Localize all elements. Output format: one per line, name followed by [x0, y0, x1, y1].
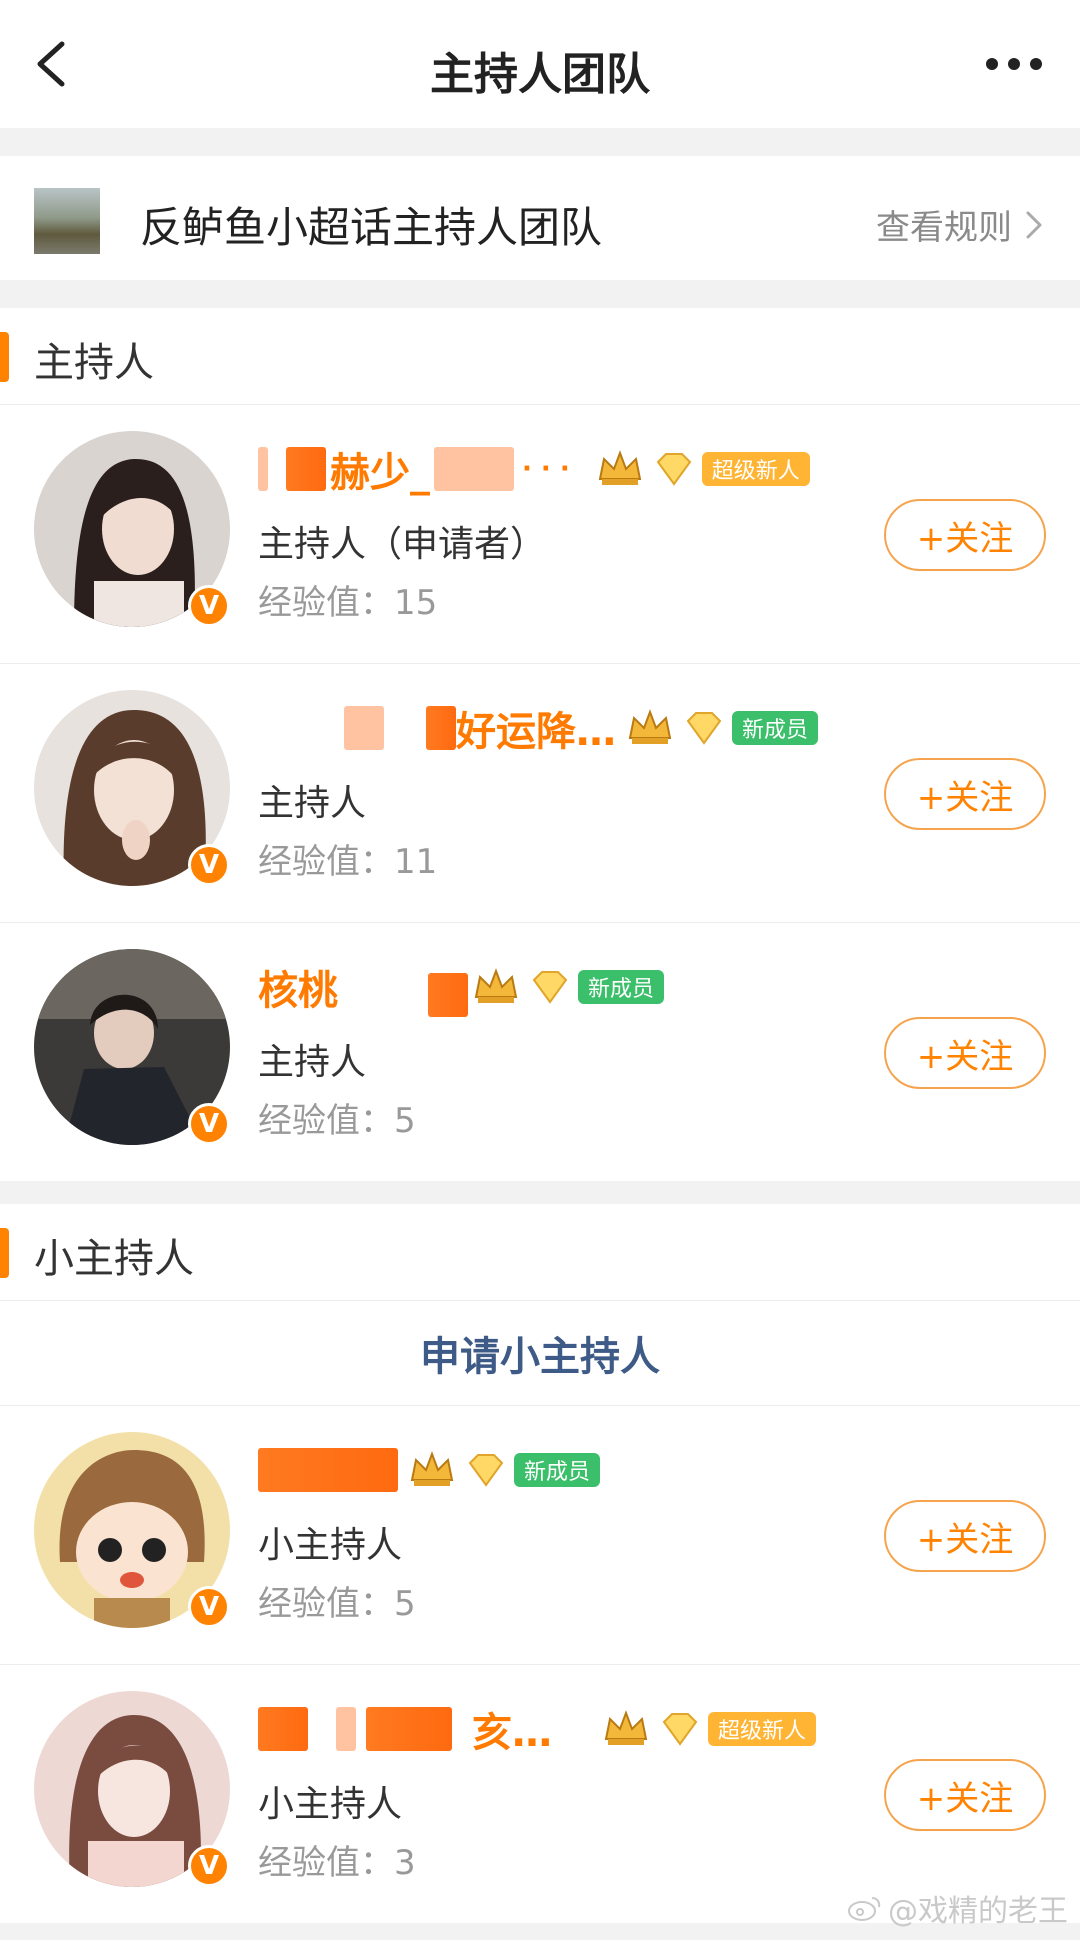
member-exp: 经验值：15 — [258, 583, 438, 623]
section-title: 主持人 — [34, 340, 154, 386]
topic-bar[interactable]: 反鲈鱼小超话主持人团队 查看规则 — [0, 156, 1080, 280]
top-bar: 主持人团队 — [0, 0, 1080, 128]
member-name[interactable]: 赫少_ — [330, 440, 430, 498]
member-name[interactable]: 亥… — [472, 1700, 552, 1758]
section-accent-bar — [0, 332, 9, 382]
page-title: 主持人团队 — [430, 49, 650, 100]
crown-level-icon — [410, 1451, 454, 1486]
member-name[interactable]: 核桃 — [258, 958, 338, 1016]
verified-badge: V — [188, 844, 230, 886]
name-row: 新成员 — [258, 1442, 601, 1498]
watermark-text: @戏精的老王 — [888, 1894, 1068, 1929]
redaction-mark — [428, 973, 468, 1017]
member-role: 主持人 — [258, 1042, 367, 1083]
watermark: @戏精的老王 — [846, 1886, 1068, 1930]
member-row[interactable]: V 新成员 小主持人 经验值：5 +关注 — [0, 1406, 1080, 1665]
follow-button[interactable]: +关注 — [884, 499, 1046, 571]
member-row[interactable]: V 亥… 超级新人 小主持人 经验值：3 +关注 — [0, 1665, 1080, 1923]
follow-button[interactable]: +关注 — [884, 1017, 1046, 1089]
crown-level-icon — [604, 1710, 648, 1745]
member-exp: 经验值：11 — [258, 842, 438, 882]
ellipsis: · · · — [522, 454, 570, 484]
section-title: 小主持人 — [34, 1236, 194, 1282]
member-role: 小主持人 — [258, 1784, 403, 1825]
member-badge: 新成员 — [732, 711, 819, 745]
member-role: 主持人 — [258, 783, 367, 824]
member-badge: 超级新人 — [701, 452, 810, 486]
member-name[interactable]: 好运降… — [456, 699, 616, 757]
chevron-right-icon — [1026, 211, 1042, 238]
diamond-level-icon — [662, 1713, 698, 1746]
redaction-mark — [434, 447, 514, 491]
name-row: 核桃 新成员 — [258, 958, 665, 1017]
junior-hosts-section: 小主持人 申请小主持人 V 新成员 小主持人 经验值：5 +关注 V 亥… 超级… — [0, 1204, 1080, 1923]
section-header: 主持人 — [0, 308, 1080, 405]
member-row[interactable]: V 核桃 新成员 主持人 经验值：5 +关注 — [0, 923, 1080, 1181]
section-accent-bar — [0, 1228, 9, 1278]
diamond-level-icon — [468, 1454, 504, 1487]
redaction-mark — [258, 1448, 398, 1492]
apply-junior-host-link[interactable]: 申请小主持人 — [420, 1324, 660, 1382]
crown-level-icon — [474, 968, 518, 1003]
redaction-mark — [426, 706, 456, 750]
redaction-mark — [286, 447, 326, 491]
member-badge: 超级新人 — [708, 1712, 817, 1746]
section-header: 小主持人 — [0, 1204, 1080, 1301]
name-row: 亥… 超级新人 — [258, 1700, 817, 1758]
member-exp: 经验值：5 — [258, 1101, 416, 1141]
member-row[interactable]: V 好运降… 新成员 主持人 经验值：11 +关注 — [0, 664, 1080, 923]
more-options-icon[interactable] — [984, 56, 1044, 72]
member-role: 主持人（申请者） — [258, 524, 547, 565]
verified-badge: V — [188, 1586, 230, 1628]
topic-thumbnail — [34, 188, 100, 254]
follow-button[interactable]: +关注 — [884, 1500, 1046, 1572]
redaction-mark — [258, 447, 268, 491]
name-row: 好运降… 新成员 — [258, 699, 819, 757]
name-row: 赫少_ · · · 超级新人 — [258, 441, 810, 497]
member-badge: 新成员 — [578, 970, 665, 1004]
apply-row: 申请小主持人 — [0, 1301, 1080, 1406]
member-row[interactable]: V 赫少_ · · · 超级新人 主持人（申请者） 经验值：15 +关注 — [0, 405, 1080, 664]
view-rules-label: 查看规则 — [876, 208, 1012, 248]
crown-level-icon — [598, 450, 641, 485]
redaction-mark — [258, 1707, 308, 1751]
view-rules-link[interactable]: 查看规则 — [876, 200, 1044, 249]
diamond-level-icon — [532, 971, 568, 1004]
verified-badge: V — [188, 585, 230, 627]
redaction-mark — [336, 1707, 356, 1751]
redaction-mark — [366, 1707, 452, 1751]
topic-name: 反鲈鱼小超话主持人团队 — [140, 203, 603, 252]
follow-button[interactable]: +关注 — [884, 758, 1046, 830]
member-badge: 新成员 — [514, 1453, 601, 1487]
weibo-logo-icon — [848, 1897, 881, 1921]
redaction-mark — [344, 706, 384, 750]
follow-button[interactable]: +关注 — [884, 1759, 1046, 1831]
hosts-section: 主持人 V 赫少_ · · · 超级新人 主持人（申请者） 经验值：15 +关注… — [0, 308, 1080, 1181]
member-role: 小主持人 — [258, 1525, 403, 1566]
verified-badge: V — [188, 1845, 230, 1887]
verified-badge: V — [188, 1103, 230, 1145]
crown-level-icon — [628, 709, 672, 744]
member-exp: 经验值：5 — [258, 1584, 416, 1624]
diamond-level-icon — [686, 712, 722, 745]
diamond-level-icon — [656, 453, 692, 486]
member-exp: 经验值：3 — [258, 1843, 416, 1883]
